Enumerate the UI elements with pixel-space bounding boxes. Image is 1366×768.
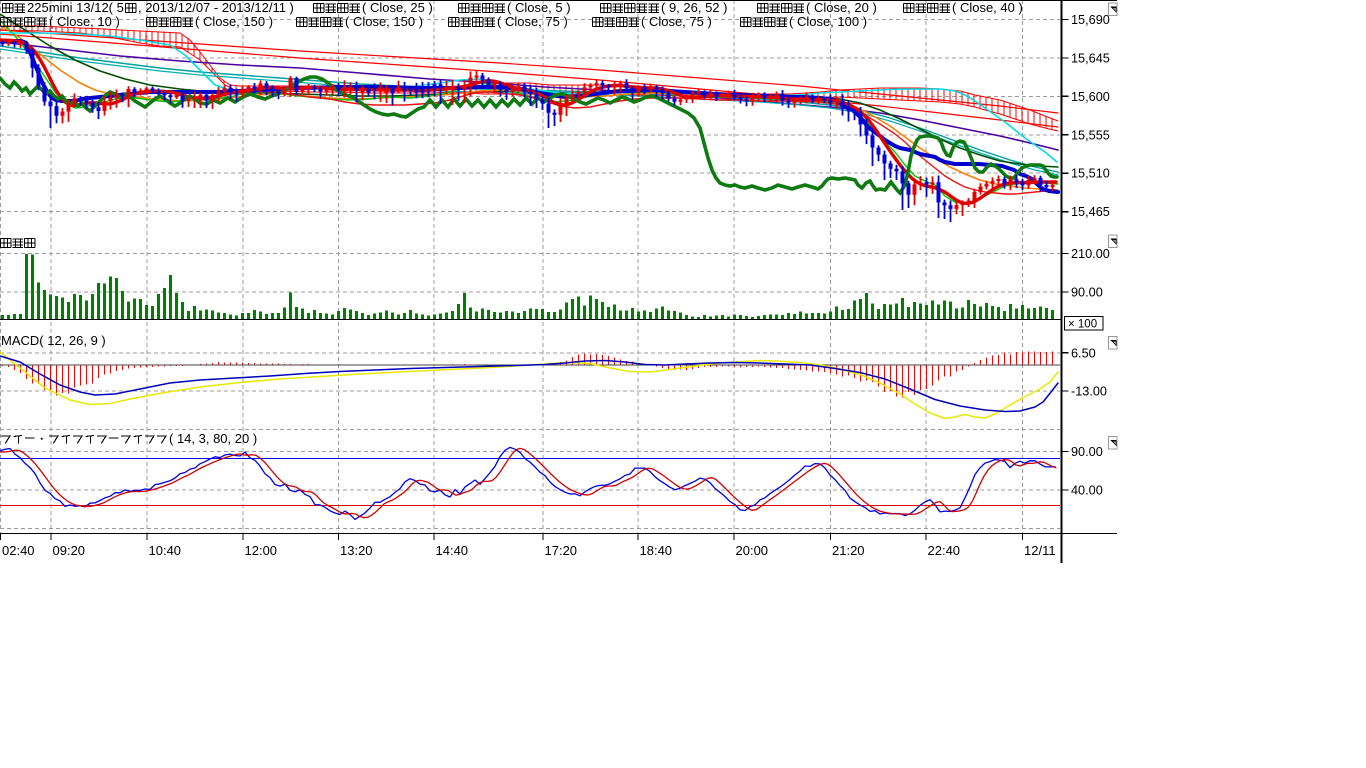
svg-text:( 9, 26, 52 ): ( 9, 26, 52 ) xyxy=(661,0,727,15)
svg-text:10:40: 10:40 xyxy=(149,543,182,558)
svg-text:21:20: 21:20 xyxy=(832,543,865,558)
svg-text:( Close, 150 ): ( Close, 150 ) xyxy=(195,14,273,29)
svg-text:× 100: × 100 xyxy=(1068,319,1097,331)
svg-text:15,555: 15,555 xyxy=(1071,128,1110,142)
svg-text:( Close, 25 ): ( Close, 25 ) xyxy=(362,0,433,15)
svg-text:, 2013/12/07 - 2013/12/11 ): , 2013/12/07 - 2013/12/11 ) xyxy=(138,0,294,15)
svg-text:225mini 13/12( 5: 225mini 13/12( 5 xyxy=(27,0,124,15)
svg-text:09:20: 09:20 xyxy=(53,543,86,558)
svg-text:12:00: 12:00 xyxy=(245,543,278,558)
svg-text:90.00: 90.00 xyxy=(1071,445,1103,459)
svg-text:17:20: 17:20 xyxy=(545,543,578,558)
svg-text:MACD( 12, 26, 9 ): MACD( 12, 26, 9 ) xyxy=(1,333,106,348)
svg-text:18:40: 18:40 xyxy=(640,543,673,558)
svg-text:( Close, 10 ): ( Close, 10 ) xyxy=(49,14,120,29)
svg-text:14:40: 14:40 xyxy=(436,543,469,558)
svg-text:( Close, 20 ): ( Close, 20 ) xyxy=(806,0,877,15)
svg-text:( Close, 75 ): ( Close, 75 ) xyxy=(641,14,712,29)
svg-text:( Close, 75 ): ( Close, 75 ) xyxy=(497,14,568,29)
svg-text:15,690: 15,690 xyxy=(1071,13,1110,27)
svg-text:( Close, 150 ): ( Close, 150 ) xyxy=(345,14,423,29)
svg-text:22:40: 22:40 xyxy=(928,543,961,558)
svg-text:12/11: 12/11 xyxy=(1024,543,1056,558)
svg-text:15,600: 15,600 xyxy=(1071,90,1110,104)
svg-text:-13.00: -13.00 xyxy=(1071,385,1107,399)
svg-text:15,645: 15,645 xyxy=(1071,52,1110,66)
svg-text:90.00: 90.00 xyxy=(1071,286,1103,300)
svg-text:( Close, 100 ): ( Close, 100 ) xyxy=(789,14,867,29)
svg-text:( Close, 40 ): ( Close, 40 ) xyxy=(952,0,1023,15)
svg-text:( 14, 3, 80, 20 ): ( 14, 3, 80, 20 ) xyxy=(169,431,257,446)
svg-text:15,465: 15,465 xyxy=(1071,205,1110,219)
svg-text:( Close, 5 ): ( Close, 5 ) xyxy=(507,0,571,15)
svg-text:40.00: 40.00 xyxy=(1071,484,1103,498)
svg-text:210.00: 210.00 xyxy=(1071,247,1110,261)
svg-text:13:20: 13:20 xyxy=(340,543,373,558)
svg-text:15,510: 15,510 xyxy=(1071,167,1110,181)
svg-text:6.50: 6.50 xyxy=(1071,346,1096,360)
svg-text:20:00: 20:00 xyxy=(736,543,769,558)
svg-text:02:40: 02:40 xyxy=(2,543,35,558)
